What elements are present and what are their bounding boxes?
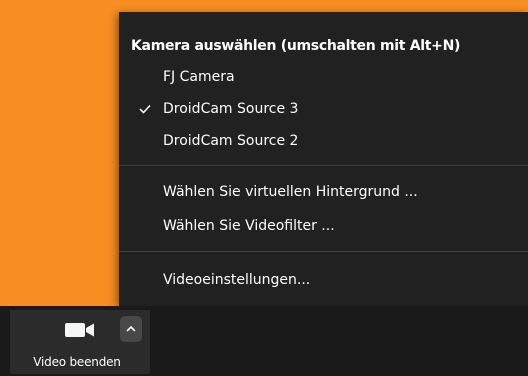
menu-header: Kamera auswählen (umschalten mit Alt+N) (119, 32, 528, 60)
camera-selection-menu: Kamera auswählen (umschalten mit Alt+N) … (119, 12, 528, 306)
virtual-background-option[interactable]: Wählen Sie virtuellen Hintergrund ... (119, 178, 528, 206)
zoom-meeting-screen: Kamera auswählen (umschalten mit Alt+N) … (0, 0, 528, 376)
camera-option-fj-camera[interactable]: FJ Camera (119, 63, 528, 91)
video-settings-option[interactable]: Videoeinstellungen... (119, 266, 528, 294)
stop-video-label: Video beenden (33, 355, 121, 369)
video-options-button[interactable] (120, 316, 142, 342)
checkmark-icon (139, 95, 153, 123)
menu-option-label: Videoeinstellungen... (163, 272, 311, 288)
menu-option-label: Wählen Sie Videofilter ... (163, 218, 335, 234)
menu-header-label: Kamera auswählen (umschalten mit Alt+N) (131, 38, 461, 54)
camera-option-label: FJ Camera (163, 69, 235, 85)
menu-separator (119, 165, 528, 166)
camera-option-droidcam-source-3[interactable]: DroidCam Source 3 (119, 95, 528, 123)
video-filter-option[interactable]: Wählen Sie Videofilter ... (119, 212, 528, 240)
camera-option-label: DroidCam Source 3 (163, 101, 299, 117)
menu-separator (119, 251, 528, 252)
chevron-up-icon (126, 326, 136, 332)
camera-option-droidcam-source-2[interactable]: DroidCam Source 2 (119, 127, 528, 155)
menu-option-label: Wählen Sie virtuellen Hintergrund ... (163, 184, 418, 200)
camera-option-label: DroidCam Source 2 (163, 133, 299, 149)
video-camera-icon (65, 322, 97, 338)
